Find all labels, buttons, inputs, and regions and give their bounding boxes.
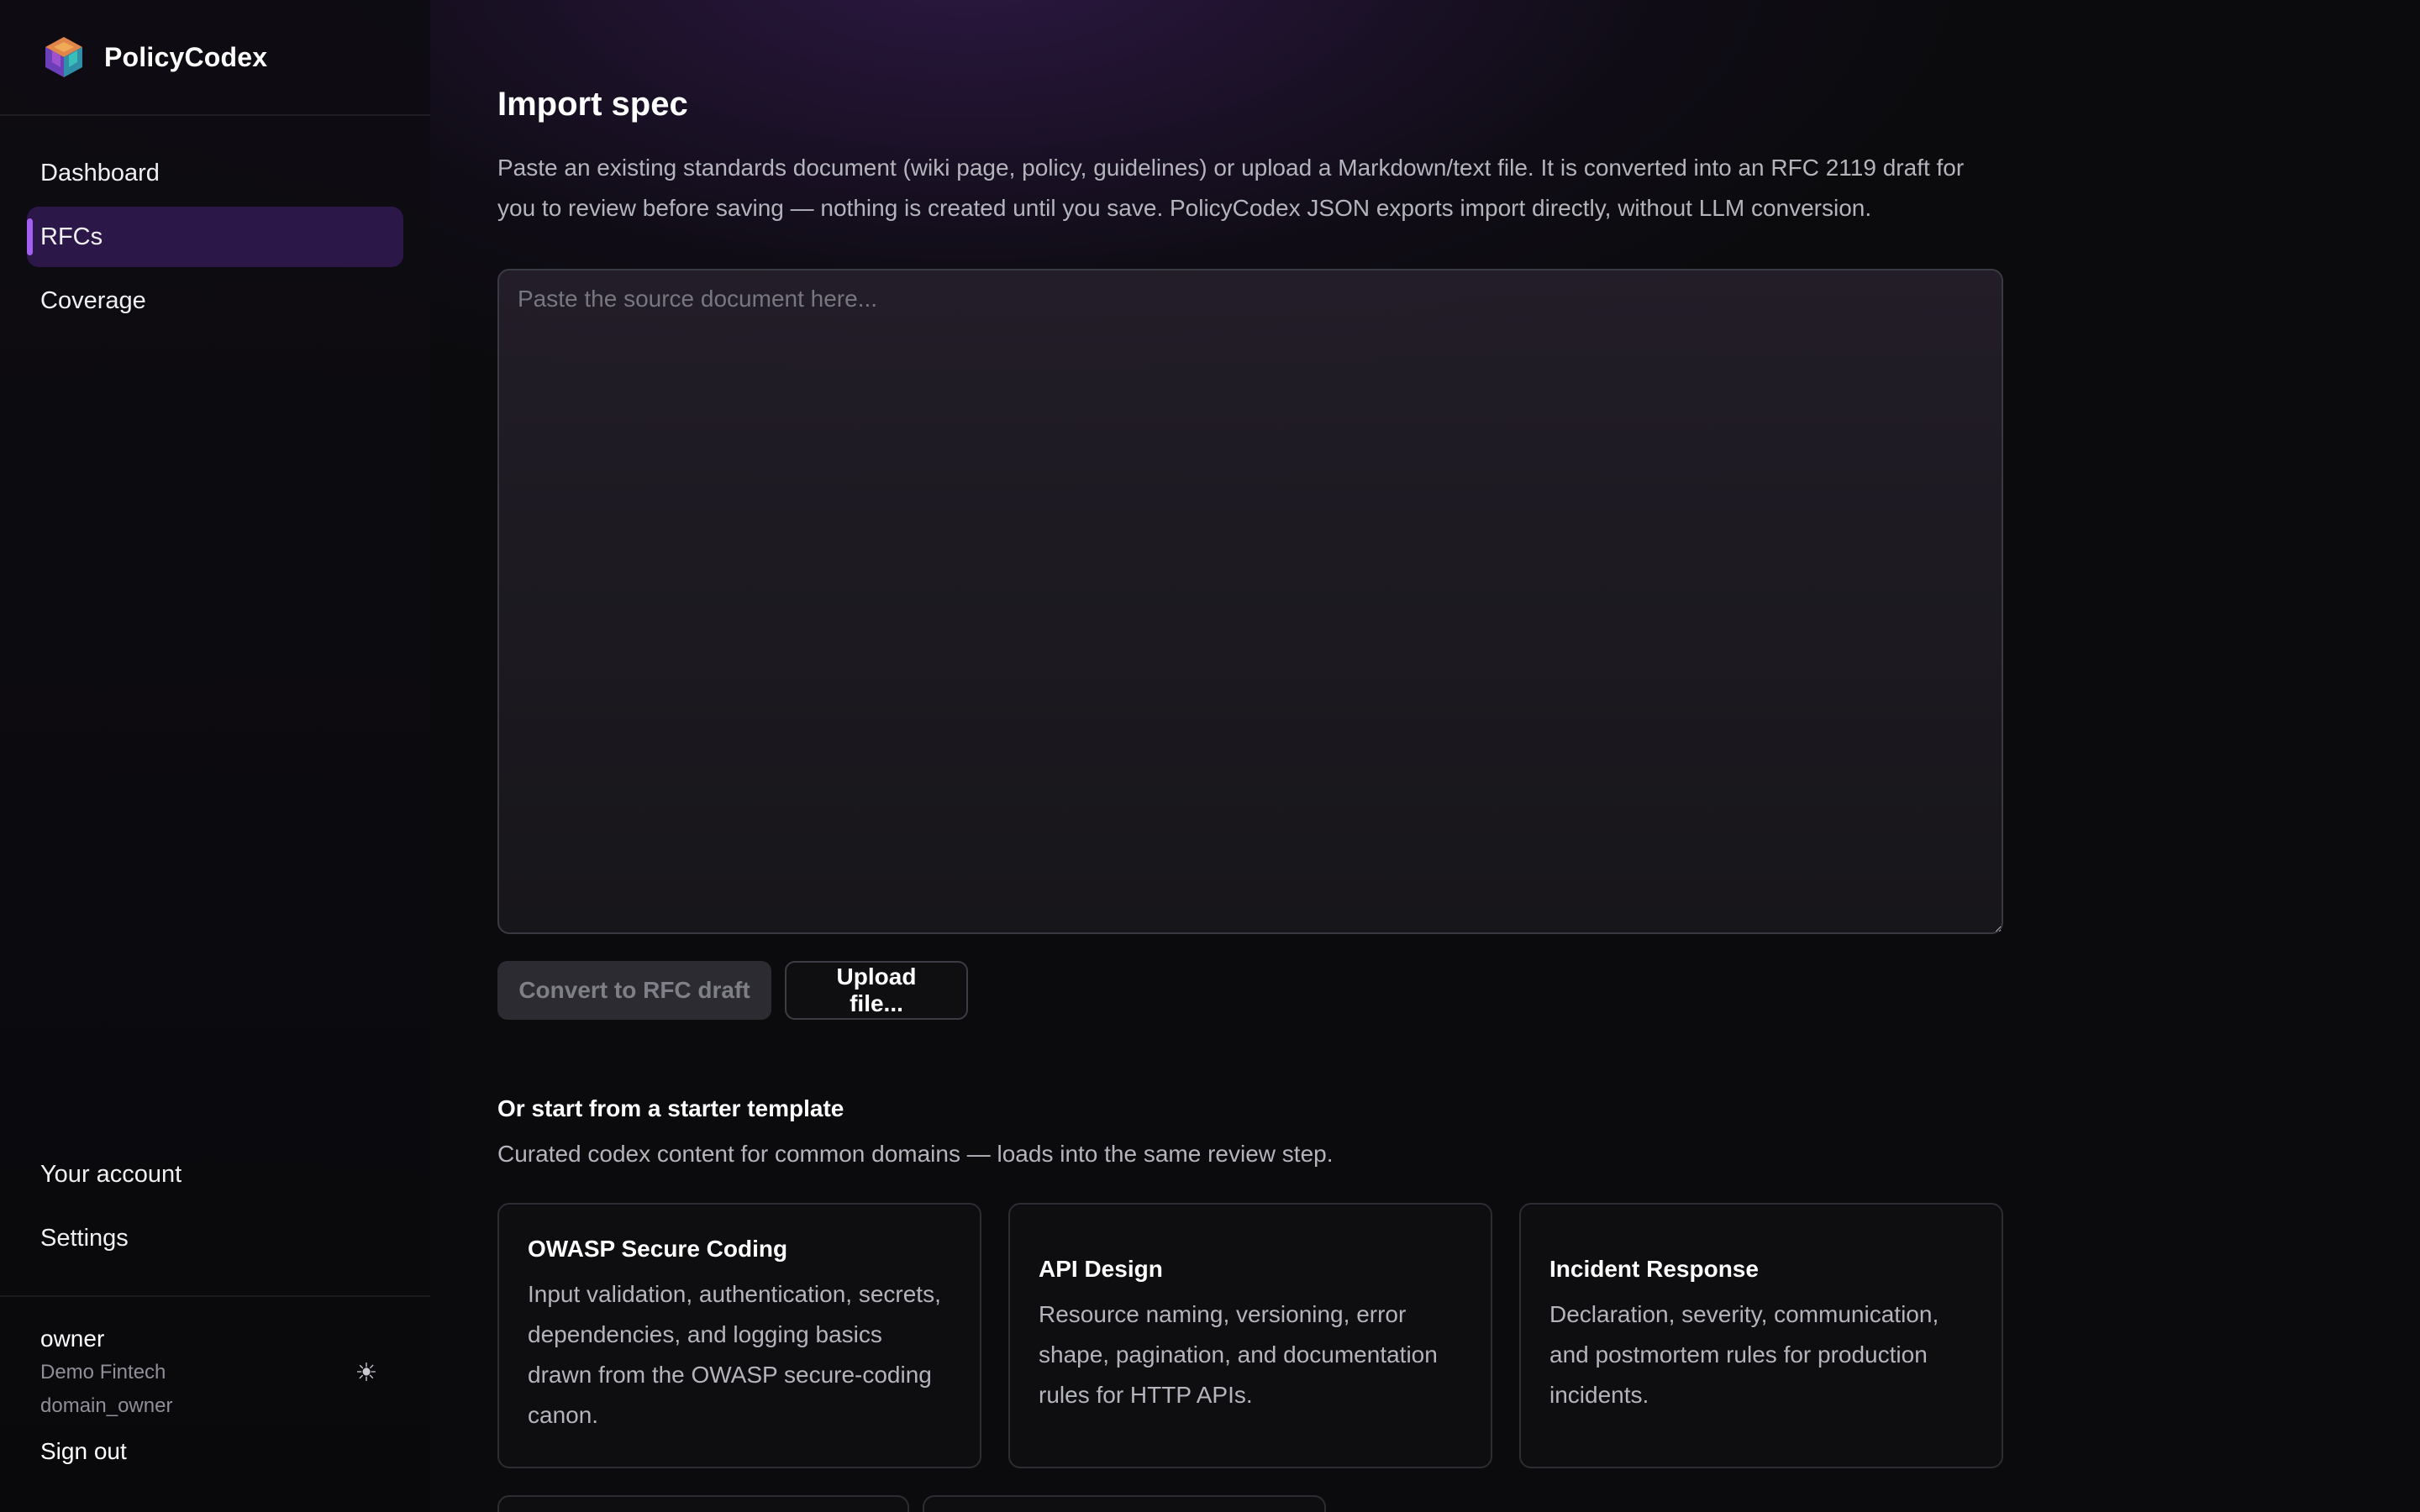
user-role: domain_owner <box>40 1394 173 1417</box>
sign-out-link[interactable]: Sign out <box>40 1438 127 1465</box>
sidebar-item-dashboard[interactable]: Dashboard <box>27 143 403 203</box>
templates-section-title: Or start from a starter template <box>497 1095 844 1121</box>
sidebar-item-rfcs[interactable]: RFCs <box>27 207 403 267</box>
templates-section-description: Curated codex content for common domains… <box>497 1141 1334 1167</box>
brand-name: PolicyCodex <box>104 41 268 72</box>
sidebar-item-your-account[interactable]: Your account <box>27 1144 403 1205</box>
sidebar-divider <box>0 114 430 116</box>
sidebar-divider-bottom <box>0 1295 430 1297</box>
sidebar: PolicyCodex Dashboard RFCs Coverage Your… <box>0 0 430 1512</box>
app-root: PolicyCodex Dashboard RFCs Coverage Your… <box>0 0 2420 1512</box>
template-card-title: OWASP Secure Coding <box>528 1236 788 1262</box>
template-card-partial[interactable] <box>923 1495 1326 1512</box>
brand[interactable]: PolicyCodex <box>40 30 267 84</box>
template-card-partial[interactable] <box>497 1495 909 1512</box>
template-card-api-design[interactable]: API Design Resource naming, versioning, … <box>1008 1203 1492 1468</box>
user-name: owner <box>40 1326 105 1352</box>
template-card-description: Resource naming, versioning, error shape… <box>1039 1301 1438 1408</box>
sidebar-item-coverage[interactable]: Coverage <box>27 270 403 331</box>
source-document-input[interactable] <box>497 269 2003 934</box>
convert-to-rfc-draft-button[interactable]: Convert to RFC draft <box>497 961 771 1020</box>
upload-file-button[interactable]: Upload file... <box>785 961 968 1020</box>
codex-cube-logo <box>45 37 82 77</box>
template-card-owasp[interactable]: OWASP Secure Coding Input validation, au… <box>497 1203 981 1468</box>
page-description: Paste an existing standards document (wi… <box>497 155 1965 221</box>
template-card-description: Declaration, severity, communication, an… <box>1549 1301 1939 1408</box>
template-card-description: Input validation, authentication, secret… <box>528 1281 941 1428</box>
page-title: Import spec <box>497 86 688 123</box>
user-org: Demo Fintech <box>40 1361 166 1383</box>
sidebar-item-settings[interactable]: Settings <box>27 1208 403 1268</box>
template-card-title: API Design <box>1039 1256 1163 1282</box>
sun-icon[interactable]: ☀ <box>351 1357 381 1388</box>
template-card-title: Incident Response <box>1549 1256 1759 1282</box>
template-card-incident-response[interactable]: Incident Response Declaration, severity,… <box>1519 1203 2003 1468</box>
